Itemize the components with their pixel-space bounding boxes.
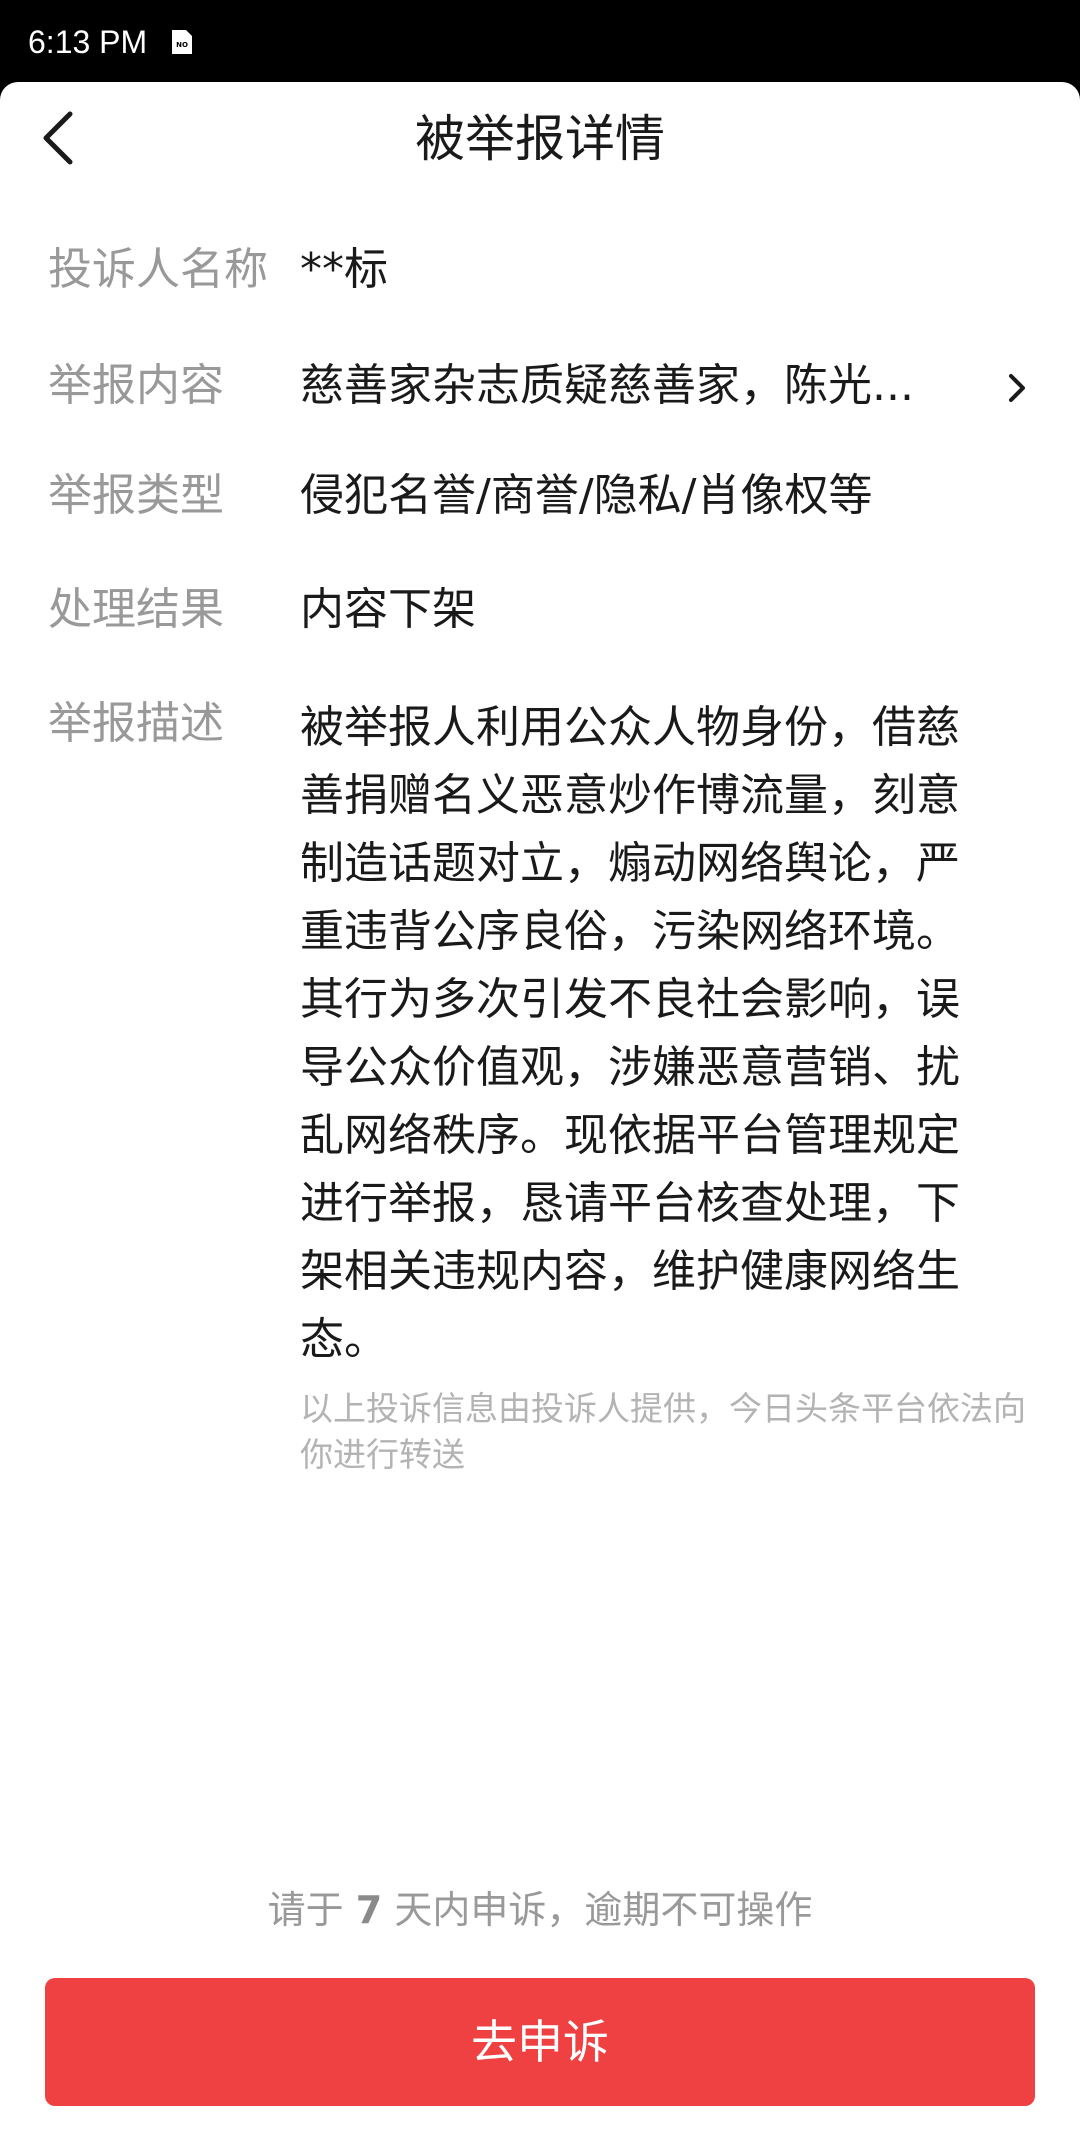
report-type-label: 举报类型 xyxy=(48,470,224,521)
report-content-label: 举报内容 xyxy=(48,360,224,411)
status-time: 6:13 PM xyxy=(28,24,148,60)
chevron-right-icon[interactable] xyxy=(1002,368,1032,408)
complainant-label: 投诉人名称 xyxy=(48,244,268,295)
report-content-link[interactable]: 慈善家杂志质疑慈善家，陈光... xyxy=(300,356,914,416)
page-title: 被举报详情 xyxy=(415,110,665,168)
description-label: 举报描述 xyxy=(48,698,224,749)
appeal-deadline-note: 请于 7 天内申诉，逾期不可操作 xyxy=(0,1882,1080,1938)
appeal-button[interactable]: 去申诉 xyxy=(45,1978,1035,2106)
deadline-days: 7 xyxy=(355,1888,383,1932)
status-bar: 6:13 PM NO xyxy=(0,0,1080,84)
report-type-value: 侵犯名誉/商誉/隐私/肖像权等 xyxy=(300,470,873,521)
description-text: 被举报人利用公众人物身份，借慈善捐赠名义恶意炒作博流量，刻意制造话题对立，煽动网… xyxy=(300,702,960,1365)
deadline-prefix: 请于 xyxy=(267,1888,344,1932)
result-label: 处理结果 xyxy=(48,584,224,635)
deadline-suffix: 天内申诉，逾期不可操作 xyxy=(394,1888,813,1932)
disclaimer-note: 以上投诉信息由投诉人提供，今日头条平台依法向你进行转送 xyxy=(300,1389,1026,1474)
sim-icon-label: NO xyxy=(176,41,188,49)
no-sim-icon: NO xyxy=(172,30,192,54)
result-value: 内容下架 xyxy=(300,584,476,635)
complainant-value: **标 xyxy=(300,244,388,295)
